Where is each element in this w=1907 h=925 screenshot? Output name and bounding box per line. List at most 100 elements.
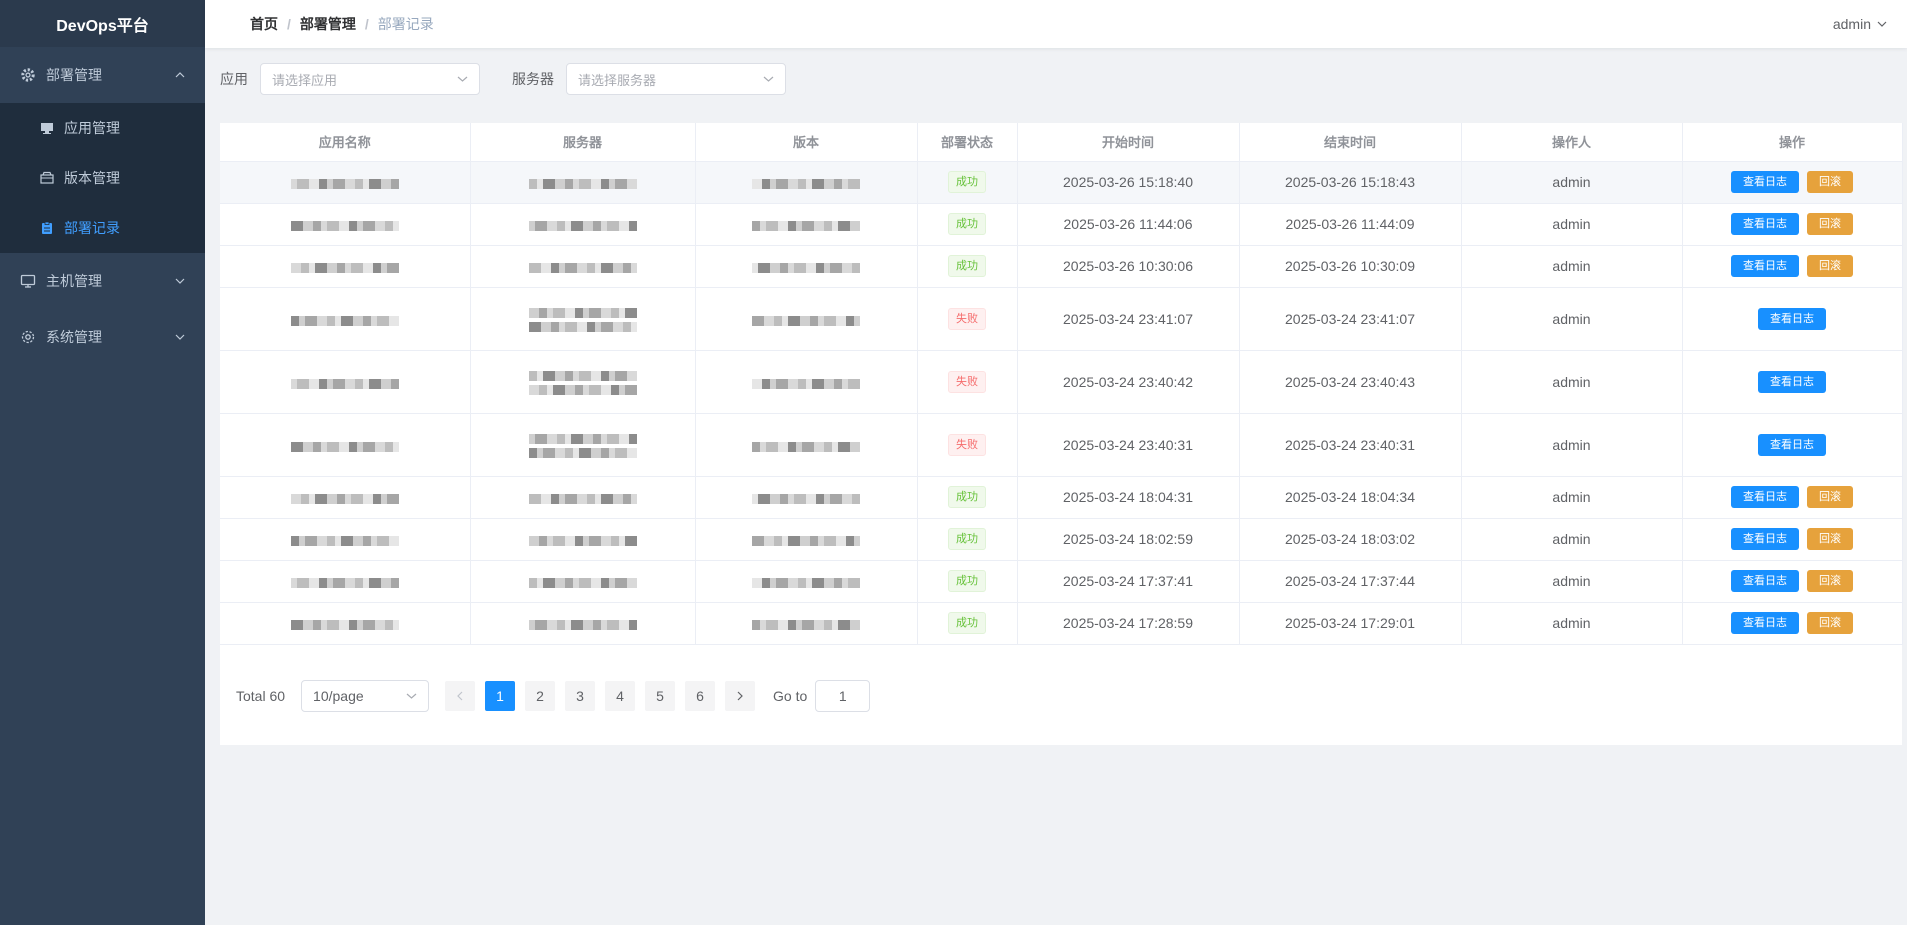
sidebar-item-deploy-records[interactable]: 部署记录 [0,203,205,253]
col-header-actions: 操作 [1682,123,1903,162]
prev-page-button[interactable] [445,681,476,711]
next-page-button[interactable] [725,681,756,711]
breadcrumb-separator: / [364,16,369,32]
rollback-button[interactable]: 回滚 [1807,213,1853,235]
redacted-value [752,176,860,190]
view-log-button[interactable]: 查看日志 [1731,528,1799,550]
cell-start-time: 2025-03-24 23:41:07 [1017,287,1240,351]
rollback-button[interactable]: 回滚 [1807,528,1853,550]
redacted-value [290,575,399,589]
cell-version [695,161,918,204]
cell-operator: admin [1461,350,1683,414]
page-button[interactable]: 5 [645,681,676,711]
view-log-button[interactable]: 查看日志 [1731,213,1799,235]
cell-operator: admin [1461,203,1683,246]
rollback-button[interactable]: 回滚 [1807,171,1853,193]
view-log-button[interactable]: 查看日志 [1731,570,1799,592]
view-log-button[interactable]: 查看日志 [1758,370,1826,393]
table-row: 失败 2025-03-24 23:40:42 2025-03-24 23:40:43… [220,350,1903,414]
cell-status: 成功 [917,203,1018,246]
cell-end-time: 2025-03-24 23:40:31 [1239,413,1462,477]
cell-version [695,602,918,645]
table-row: 失败 2025-03-24 23:40:31 2025-03-24 23:40:31… [220,413,1903,477]
col-header-start-time: 开始时间 [1017,123,1240,162]
redacted-value [752,260,860,274]
cell-status: 失败 [917,287,1018,351]
app-select-placeholder: 请选择应用 [272,72,338,88]
chevron-up-icon [175,70,185,80]
redacted-value [290,617,399,631]
cell-start-time: 2025-03-24 23:40:31 [1017,413,1240,477]
cell-app [220,602,471,645]
breadcrumb: 首页 / 部署管理 / 部署记录 [250,14,434,34]
page-button[interactable]: 6 [685,681,716,711]
menu-group-system[interactable]: 系统管理 [0,309,205,365]
redacted-value [290,313,399,327]
breadcrumb-deploy-management[interactable]: 部署管理 [300,14,356,34]
menu-group-deploy[interactable]: 部署管理 [0,47,205,103]
status-badge: 失败 [948,433,986,456]
redacted-value [752,575,860,589]
view-log-button[interactable]: 查看日志 [1731,612,1799,634]
rollback-button[interactable]: 回滚 [1807,486,1853,508]
chevron-down-icon [457,76,468,82]
cell-start-time: 2025-03-24 18:02:59 [1017,518,1240,561]
chevron-down-icon [763,76,774,82]
cell-end-time: 2025-03-24 23:40:43 [1239,350,1462,414]
page-button[interactable]: 4 [605,681,636,711]
cell-status: 成功 [917,476,1018,519]
records-panel: 应用名称 服务器 版本 部署状态 开始时间 结束时间 操作人 操作 成功 2025… [220,123,1903,745]
status-badge: 失败 [948,307,986,330]
redacted-value [290,260,399,274]
goto-page-input[interactable] [815,680,871,712]
breadcrumb-current: 部署记录 [377,16,434,32]
server-select[interactable]: 请选择服务器 [566,63,786,95]
view-log-button[interactable]: 查看日志 [1731,486,1799,508]
view-log-button[interactable]: 查看日志 [1758,433,1826,456]
goto-label: Go to [773,688,808,704]
breadcrumb-separator: / [287,16,291,32]
redacted-value [528,533,637,547]
breadcrumb-home[interactable]: 首页 [250,14,278,34]
col-header-end-time: 结束时间 [1239,123,1462,162]
cell-operator: admin [1461,413,1683,477]
cell-status: 成功 [917,602,1018,645]
sidebar-item-version-management[interactable]: 版本管理 [0,153,205,203]
page-button[interactable]: 1 [485,681,516,711]
rollback-button[interactable]: 回滚 [1807,255,1853,277]
table-row: 成功 2025-03-24 18:02:59 2025-03-24 18:03:02… [220,518,1903,561]
cell-end-time: 2025-03-26 15:18:43 [1239,161,1462,204]
sidebar-item-app-management[interactable]: 应用管理 [0,103,205,153]
deploy-records-table: 应用名称 服务器 版本 部署状态 开始时间 结束时间 操作人 操作 成功 2025… [220,123,1903,645]
view-log-button[interactable]: 查看日志 [1731,255,1799,277]
cell-app [220,560,471,603]
col-header-version: 版本 [695,123,918,162]
redacted-value [528,260,637,274]
cell-start-time: 2025-03-24 18:04:31 [1017,476,1240,519]
menu-group-host[interactable]: 主机管理 [0,253,205,309]
user-menu[interactable]: admin [1833,0,1887,48]
redacted-value [290,376,399,390]
cell-status: 失败 [917,350,1018,414]
page-button[interactable]: 2 [525,681,556,711]
redacted-value [290,491,399,505]
redacted-value [528,218,637,232]
page-button[interactable]: 3 [565,681,596,711]
username: admin [1832,16,1871,32]
pagination-total: Total 60 [236,688,286,704]
cell-end-time: 2025-03-24 18:04:34 [1239,476,1462,519]
rollback-button[interactable]: 回滚 [1807,570,1853,592]
app-select[interactable]: 请选择应用 [260,63,480,95]
view-log-button[interactable]: 查看日志 [1758,307,1826,330]
chevron-down-icon [175,276,185,286]
view-log-button[interactable]: 查看日志 [1731,171,1799,193]
cell-version [695,350,918,414]
cell-operator: admin [1461,287,1683,351]
cell-version [695,245,918,288]
cell-server [470,245,696,288]
monitor-icon [40,121,54,135]
chevron-down-icon [175,332,185,342]
rollback-button[interactable]: 回滚 [1807,612,1853,634]
cell-start-time: 2025-03-24 17:28:59 [1017,602,1240,645]
page-size-select[interactable]: 10/page [301,680,430,712]
